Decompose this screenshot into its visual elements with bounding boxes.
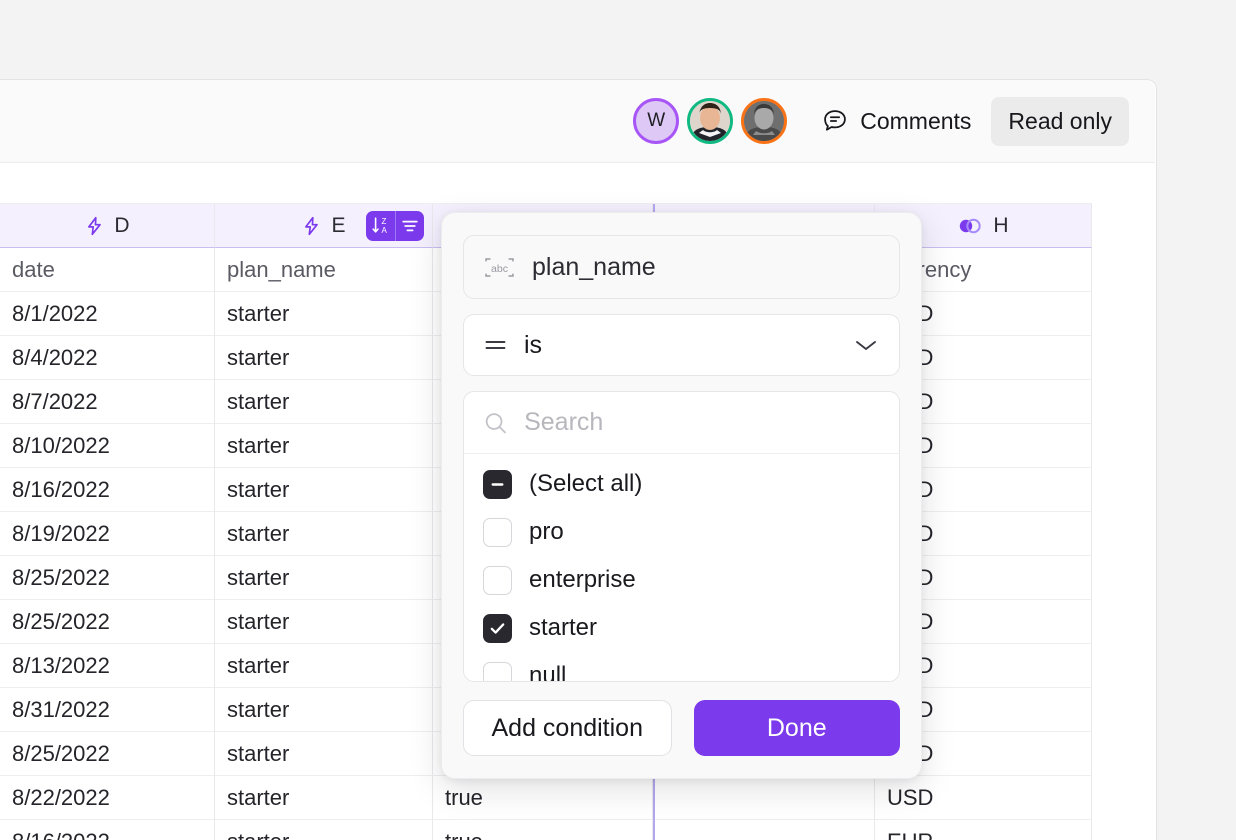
comment-bubble-icon [824,110,847,131]
cell-date[interactable]: 8/19/2022 [0,512,215,556]
cell-date[interactable]: 8/16/2022 [0,468,215,512]
filter-operator-label: is [524,330,543,359]
abc-text-type-icon: abc [485,257,514,277]
filter-option-label: pro [529,518,564,545]
cell-date[interactable]: 8/16/2022 [0,820,215,840]
checkbox-unchecked-icon[interactable] [483,661,512,681]
cell-plan-name[interactable]: starter [215,468,433,512]
equals-icon [485,341,506,349]
avatar-photo-1[interactable] [687,98,734,144]
filter-option[interactable]: starter [464,604,899,652]
filter-search-input[interactable] [524,408,880,437]
filter-option[interactable]: (Select all) [464,460,899,508]
cell-date[interactable]: 8/25/2022 [0,732,215,776]
cell-date[interactable]: 8/1/2022 [0,292,215,336]
svg-text:Z: Z [381,217,386,226]
cell-plan-name[interactable]: starter [215,336,433,380]
column-letter: D [114,213,130,237]
app-root: W Comments Read only D E Z A H date plan… [0,0,1236,840]
cell-g[interactable] [653,820,875,840]
grid-top-blank-band [0,164,1155,204]
comments-label: Comments [860,107,972,134]
cell-date[interactable]: 8/13/2022 [0,644,215,688]
checkbox-indeterminate-icon[interactable] [483,469,512,499]
cell-plan-name[interactable]: starter [215,556,433,600]
filter-option-list: (Select all) pro enterprise starter null [464,454,899,681]
cell-plan-name[interactable]: starter [215,644,433,688]
column-header-tools: Z A [366,210,424,241]
sort-za-descending-icon[interactable]: Z A [366,211,395,241]
cell-date[interactable]: 8/7/2022 [0,380,215,424]
svg-text:abc: abc [491,262,508,274]
cell-plan-name[interactable]: starter [215,776,433,820]
column-letter: E [331,213,346,237]
avatar-initial: W [647,110,666,131]
avatar-w[interactable]: W [633,98,680,144]
page-background-right [1157,79,1236,840]
read-only-button[interactable]: Read only [991,96,1129,146]
window-top-strip [0,0,1236,79]
cell-currency[interactable]: USD [875,776,1092,820]
cell-plan-name[interactable]: starter [215,380,433,424]
cell-currency[interactable]: EUR [875,820,1092,840]
filter-option[interactable]: pro [464,508,899,556]
filter-option[interactable]: enterprise [464,556,899,604]
cell-plan-name[interactable]: starter [215,688,433,732]
filter-popup: abc plan_name is (Select all) pro enterpri… [441,212,922,779]
cell-date[interactable]: 8/25/2022 [0,556,215,600]
search-icon [485,412,506,433]
checkbox-unchecked-icon[interactable] [483,565,512,595]
cell-plan-name[interactable]: starter [215,820,433,840]
filter-option-label: (Select all) [529,470,643,497]
filter-option-label: starter [529,614,598,641]
grid-right-gutter [1092,164,1155,840]
cell-date[interactable]: 8/4/2022 [0,336,215,380]
filter-option-label: null [529,662,567,681]
add-condition-button[interactable]: Add condition [463,700,672,756]
cell-plan-name[interactable]: starter [215,292,433,336]
table-row: 8/16/2022startertrueEUR2022 [0,820,1155,840]
checkbox-unchecked-icon[interactable] [483,517,512,547]
cell-date[interactable]: 8/25/2022 [0,600,215,644]
person-photo-icon [744,101,785,141]
collaborator-avatars: W [633,98,788,144]
cell-date[interactable]: 8/31/2022 [0,688,215,732]
cell-plan-name[interactable]: starter [215,512,433,556]
field-name-date[interactable]: date [0,248,215,292]
filter-icon[interactable] [395,210,424,241]
cell-plan-name[interactable]: starter [215,732,433,776]
svg-text:A: A [381,226,387,235]
top-toolbar: W Comments Read only [0,80,1155,163]
filter-option[interactable]: null [464,652,899,681]
checkbox-checked-icon[interactable] [483,613,512,643]
relation-icon [957,217,984,235]
cell-date[interactable]: 8/22/2022 [0,776,215,820]
filter-operator-select[interactable]: is [463,314,900,376]
filter-field-select[interactable]: abc plan_name [463,235,900,299]
filter-values-box: (Select all) pro enterprise starter null [463,391,900,682]
column-header-e[interactable]: E Z A [215,204,433,248]
cell-date[interactable]: 8/10/2022 [0,424,215,468]
formula-bolt-icon [305,216,319,235]
chevron-down-icon [856,341,876,350]
cell-plan-name[interactable]: starter [215,600,433,644]
avatar-photo-2[interactable] [741,98,788,144]
filter-option-label: enterprise [529,566,636,593]
filter-field-name: plan_name [532,252,656,281]
filter-search-row [464,392,899,454]
cell-f[interactable]: true [433,820,653,840]
person-photo-icon [690,101,731,141]
done-button[interactable]: Done [693,700,900,756]
field-name-plan-name[interactable]: plan_name [215,248,433,292]
cell-f[interactable]: true [433,776,653,820]
column-letter: H [993,213,1009,237]
comments-button[interactable]: Comments [811,101,981,141]
column-header-d[interactable]: D [0,204,215,248]
cell-plan-name[interactable]: starter [215,424,433,468]
cell-g[interactable] [653,776,875,820]
table-row: 8/22/2022startertrueUSD2022 [0,776,1155,820]
filter-actions: Add condition Done [463,697,900,756]
formula-bolt-icon [88,216,102,235]
